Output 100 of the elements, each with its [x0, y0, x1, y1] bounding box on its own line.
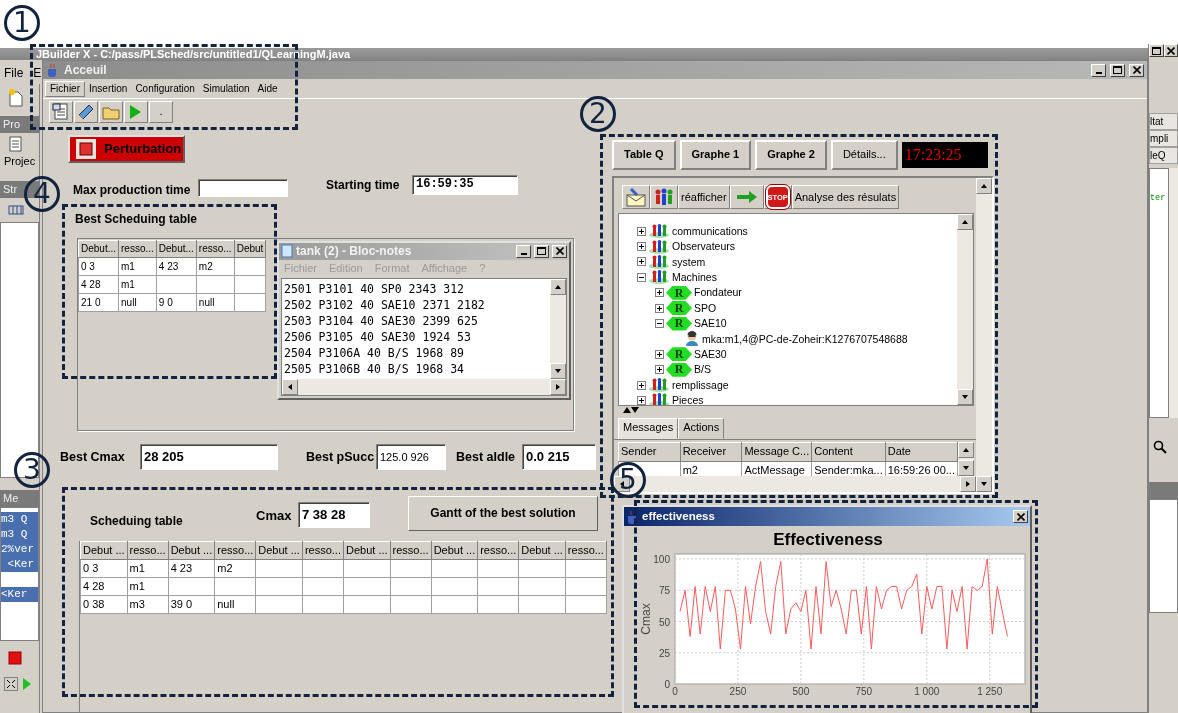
- tab[interactable]: leQ: [1149, 147, 1178, 164]
- scroll-down-button[interactable]: [976, 476, 992, 492]
- column-header[interactable]: Sender: [618, 443, 681, 462]
- scroll-up-button[interactable]: [976, 178, 992, 194]
- vertical-scrollbar[interactable]: [1169, 168, 1178, 418]
- refresh-button[interactable]: réafficher: [678, 185, 730, 210]
- input-field[interactable]: 125.0 926: [376, 444, 446, 470]
- tree-item[interactable]: remplissage: [672, 378, 729, 392]
- vertical-scrollbar[interactable]: [550, 279, 566, 379]
- menu-item[interactable]: E: [33, 66, 42, 81]
- minimize-button[interactable]: [1091, 63, 1106, 77]
- collapse-toggle[interactable]: [637, 272, 646, 282]
- column-header[interactable]: Debut ...: [518, 541, 566, 560]
- tab[interactable]: Messages: [618, 418, 679, 440]
- menu-item[interactable]: File: [4, 66, 24, 81]
- input-field[interactable]: 28 205: [140, 444, 278, 470]
- column-header[interactable]: Message C...: [741, 443, 812, 462]
- scroll-down-button[interactable]: [550, 363, 566, 379]
- tree-item[interactable]: mka:m1,4@PC-de-Zoheir:K1276707548688: [702, 332, 908, 346]
- column-header[interactable]: resso...: [214, 541, 256, 560]
- input-field[interactable]: 0.0 215: [522, 444, 596, 470]
- column-header[interactable]: resso...: [302, 541, 344, 560]
- expand-toggle[interactable]: [637, 257, 646, 267]
- toolbar-button[interactable]: [74, 100, 98, 123]
- perturbation-button[interactable]: Perturbation: [68, 135, 185, 163]
- analysis-button[interactable]: Analyse des résulats: [791, 185, 900, 210]
- menu-item[interactable]: Insertion: [85, 81, 132, 96]
- tree-item[interactable]: Fondateur: [694, 286, 742, 299]
- column-header[interactable]: Debut ...: [431, 541, 478, 560]
- expand-toggle[interactable]: [655, 288, 664, 298]
- column-header[interactable]: resso...: [390, 541, 432, 560]
- maximize-button[interactable]: [534, 244, 549, 258]
- tab[interactable]: Actions: [678, 418, 725, 440]
- scroll-up-button[interactable]: [958, 442, 974, 459]
- panel-label[interactable]: Projec: [0, 155, 39, 173]
- tree-item[interactable]: communications: [672, 224, 748, 238]
- grid-icon[interactable]: [8, 204, 24, 216]
- search-icon[interactable]: [1153, 440, 1167, 455]
- scroll-right-button[interactable]: [960, 476, 976, 492]
- input-field[interactable]: [198, 179, 288, 197]
- view-button[interactable]: Graphe 2: [755, 140, 827, 170]
- view-button[interactable]: Table Q: [612, 140, 676, 170]
- column-header[interactable]: Debut ...: [80, 541, 128, 560]
- document-icon[interactable]: [8, 136, 24, 152]
- tab[interactable]: mpli: [1149, 130, 1178, 147]
- scroll-up-button[interactable]: [550, 279, 566, 295]
- vertical-scrollbar[interactable]: [976, 178, 992, 492]
- tree-item[interactable]: B/S: [694, 363, 711, 376]
- expand-toggle[interactable]: [655, 365, 664, 375]
- menu-item[interactable]: Aide: [253, 81, 282, 96]
- expand-toggle[interactable]: [637, 395, 646, 405]
- column-header[interactable]: Debut ...: [168, 541, 215, 560]
- column-header[interactable]: resso...: [565, 541, 607, 560]
- menu-item[interactable]: Configuration: [131, 81, 199, 96]
- scroll-up-button[interactable]: [957, 214, 973, 231]
- tree-item[interactable]: Machines: [672, 271, 717, 284]
- expand-toggle[interactable]: [637, 226, 646, 236]
- column-header[interactable]: Debut ...: [343, 541, 391, 560]
- collapse-toggle[interactable]: [655, 319, 664, 328]
- close-button[interactable]: [1013, 510, 1028, 523]
- expand-toggle[interactable]: [637, 380, 646, 390]
- toolbar-button[interactable]: [622, 185, 650, 210]
- input-field[interactable]: 16:59:35: [412, 175, 518, 195]
- column-header[interactable]: Debut ...: [255, 541, 303, 560]
- text-area[interactable]: 2501 P3101 40 SP0 2343 312 2502 P3102 40 SAE10 2371 2182 2503 P3104 40 SAE30 2399 625 2506 P3105 40 SAE30 1924 53 2504 P3106A 40 B/S 1968 89 2505 P3106B 40 B/S 1968 34: [281, 278, 567, 396]
- menu-item[interactable]: Simulation: [198, 81, 254, 96]
- expand-toggle[interactable]: [655, 349, 664, 359]
- expand-icon[interactable]: [4, 677, 18, 692]
- column-header[interactable]: Debut...: [156, 240, 197, 258]
- tree-item[interactable]: system: [672, 255, 706, 269]
- toolbar-button[interactable]: [650, 185, 678, 210]
- toolbar-button[interactable]: [49, 100, 73, 123]
- maximize-button[interactable]: [1149, 44, 1164, 57]
- stop-icon[interactable]: [8, 651, 22, 666]
- column-header[interactable]: Debut...: [78, 240, 119, 258]
- column-header[interactable]: resso...: [196, 240, 235, 258]
- column-header[interactable]: Date: [885, 443, 958, 462]
- tab[interactable]: ltat: [1149, 113, 1178, 130]
- column-header[interactable]: Debut: [234, 240, 266, 258]
- toolbar-button[interactable]: .: [149, 100, 173, 123]
- column-header[interactable]: resso...: [118, 240, 157, 258]
- column-header[interactable]: resso...: [127, 541, 169, 560]
- tree-item[interactable]: Pieces: [672, 394, 704, 406]
- vertical-scrollbar[interactable]: [958, 442, 974, 476]
- column-header[interactable]: Receiver: [680, 443, 742, 462]
- maximize-button[interactable]: [1110, 63, 1125, 77]
- column-header[interactable]: Content: [811, 443, 886, 462]
- split-arrows-icon[interactable]: [622, 406, 640, 415]
- expand-toggle[interactable]: [655, 303, 664, 313]
- tree-item[interactable]: SAE30: [694, 348, 727, 361]
- tree-item[interactable]: Observateurs: [672, 240, 736, 253]
- input-field[interactable]: 7 38 28: [298, 502, 370, 528]
- details-button[interactable]: Détails...: [830, 140, 898, 170]
- vertical-scrollbar[interactable]: [957, 214, 973, 406]
- tree-item[interactable]: SPO: [694, 301, 717, 315]
- close-button[interactable]: [552, 244, 567, 258]
- horizontal-scrollbar[interactable]: [282, 379, 566, 395]
- minimize-button[interactable]: [516, 244, 531, 258]
- menu-item[interactable]: Fichier: [45, 80, 85, 97]
- tree-item[interactable]: SAE10: [694, 317, 727, 330]
